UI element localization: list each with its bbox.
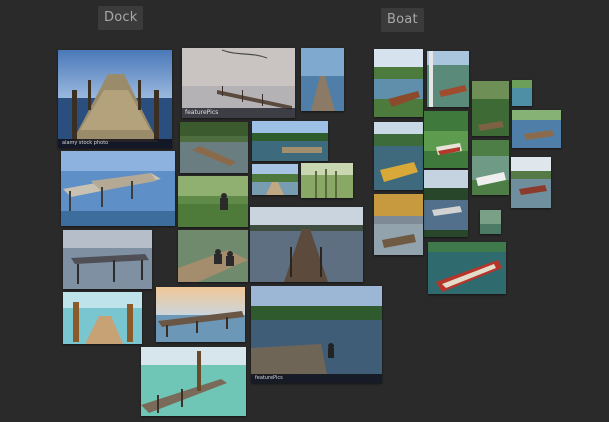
dock-photo-lake[interactable] — [252, 121, 328, 161]
photo-credit: featurePics — [182, 108, 295, 118]
boat-photo-autumn[interactable] — [374, 194, 423, 255]
dock-photo-turquoise-posts[interactable] — [63, 292, 142, 344]
dock-photo-fisherman[interactable] — [178, 176, 248, 227]
dock-photo-lake-dock-bottom[interactable]: featurePics — [251, 286, 382, 383]
dock-photo-pier-horizon[interactable]: alamy stock photo — [58, 50, 172, 148]
boat-photo-green-water[interactable] — [424, 111, 468, 168]
boat-photo-tiny-1[interactable] — [512, 80, 532, 106]
dock-photo-blue-lake-pier[interactable] — [61, 151, 175, 226]
photo-credit: featurePics — [251, 374, 382, 383]
boat-photo-red[interactable] — [428, 242, 506, 294]
dock-photo-two-men[interactable] — [178, 230, 248, 282]
group-label-dock[interactable]: Dock — [98, 6, 144, 30]
dock-photo-sunset-pier[interactable] — [156, 287, 245, 342]
boat-photo-tiny-2[interactable] — [480, 210, 501, 234]
boat-photo-white[interactable] — [472, 140, 509, 195]
boat-photo-riverbank[interactable] — [374, 49, 423, 117]
boat-photo-reeds[interactable] — [512, 110, 561, 148]
boat-photo-clear-lake[interactable] — [511, 157, 551, 208]
boat-photo-dark-trees[interactable] — [424, 170, 468, 237]
dock-photo-blue-pier[interactable] — [301, 48, 344, 111]
boat-photo-yellow[interactable] — [374, 122, 423, 190]
dock-photo-tree-dock[interactable] — [180, 122, 248, 173]
dock-photo-winter-pier[interactable] — [63, 230, 152, 289]
boat-photo-grass[interactable] — [472, 81, 509, 136]
dock-photo-jetty-dusk[interactable] — [250, 207, 363, 282]
dock-photo-reeds[interactable] — [301, 163, 353, 198]
photo-credit: alamy stock photo — [58, 139, 172, 148]
dock-photo-misty-pier[interactable]: featurePics — [182, 48, 295, 118]
boat-photo-birch[interactable] — [427, 51, 469, 107]
group-label-boat[interactable]: Boat — [381, 8, 424, 32]
dock-photo-small-pier[interactable] — [252, 164, 298, 195]
dock-photo-tropical-pier[interactable] — [141, 347, 246, 416]
